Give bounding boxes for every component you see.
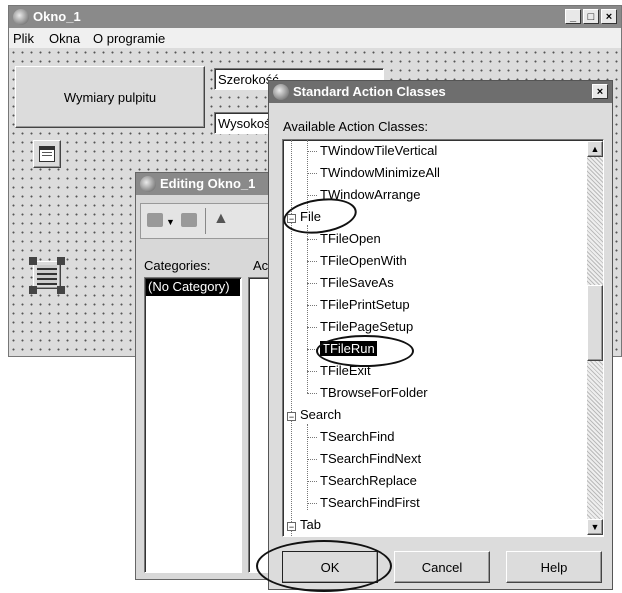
collapse-tab-icon[interactable]: − — [287, 522, 296, 532]
tree-category-search[interactable]: Search — [300, 407, 341, 422]
app-icon — [140, 176, 156, 192]
tree-item-tsearchreplace[interactable]: TSearchReplace — [320, 473, 417, 488]
minimize-button[interactable]: _ — [565, 9, 581, 24]
dialog-titlebar[interactable]: Standard Action Classes × — [269, 81, 612, 103]
chevron-down-icon[interactable]: ▼ — [166, 217, 175, 227]
app-icon — [13, 9, 29, 25]
dialog-title: Standard Action Classes — [293, 84, 446, 99]
tree-item-twindowtilevertical[interactable]: TWindowTileVertical — [320, 143, 437, 158]
toolbar-divider — [205, 208, 206, 234]
list-item[interactable]: (No Category) — [146, 279, 240, 296]
cancel-button[interactable]: Cancel — [394, 551, 490, 583]
menu-item-plik[interactable]: Plik — [13, 31, 34, 46]
selection-handle — [29, 257, 37, 265]
standard-action-classes-dialog: Standard Action Classes × Available Acti… — [268, 80, 613, 590]
new-standard-action-icon[interactable] — [181, 213, 197, 227]
scrollbar-thumb[interactable] — [587, 285, 603, 361]
tree-item-tsearchfindfirst[interactable]: TSearchFindFirst — [320, 495, 420, 510]
selection-handle — [29, 286, 37, 294]
selection-handle — [57, 257, 65, 265]
editing-window-title: Editing Okno_1 — [160, 176, 256, 191]
close-button[interactable]: × — [601, 9, 617, 24]
categories-label: Categories: — [144, 258, 211, 273]
editing-toolbar: ▼ ▲ — [140, 203, 270, 239]
scroll-down-arrow-icon[interactable]: ▼ — [587, 519, 603, 535]
tree-item-tfilepagesetup[interactable]: TFilePageSetup — [320, 319, 413, 334]
menu-bar: Plik Okna O programie — [9, 28, 621, 48]
collapse-search-icon[interactable]: − — [287, 412, 296, 422]
scroll-up-arrow-icon[interactable]: ▲ — [587, 141, 603, 157]
tree-item-tfileopenwith[interactable]: TFileOpenWith — [320, 253, 407, 268]
tree-item-twindowminimizeall[interactable]: TWindowMinimizeAll — [320, 165, 440, 180]
arrow-up-icon[interactable]: ▲ — [213, 210, 229, 228]
maximize-button[interactable]: □ — [583, 9, 599, 24]
new-action-icon[interactable] — [147, 213, 163, 227]
dialog-close-button[interactable]: × — [592, 84, 608, 99]
main-window-title: Okno_1 — [33, 9, 81, 24]
selection-handle — [57, 286, 65, 294]
tree-item-tfileopen[interactable]: TFileOpen — [320, 231, 381, 246]
help-button[interactable]: Help — [506, 551, 602, 583]
wymiary-pulpitu-button[interactable]: Wymiary pulpitu — [15, 66, 205, 128]
main-menu-component-icon[interactable] — [33, 140, 61, 168]
menu-item-o-programie[interactable]: O programie — [93, 31, 165, 46]
highlight-oval-tfilerun — [316, 335, 414, 367]
action-list-component-icon[interactable] — [33, 261, 61, 289]
categories-list[interactable]: (No Category) — [144, 277, 242, 573]
tree-item-tsearchfind[interactable]: TSearchFind — [320, 429, 394, 444]
app-icon — [273, 84, 289, 100]
highlight-oval-ok-button — [256, 540, 392, 592]
menu-item-okna[interactable]: Okna — [49, 31, 80, 46]
cancel-button-label: Cancel — [421, 560, 463, 575]
main-titlebar[interactable]: Okno_1 _ □ × — [9, 6, 621, 28]
available-action-classes-label: Available Action Classes: — [283, 119, 429, 134]
tree-item-tfilesaveas[interactable]: TFileSaveAs — [320, 275, 394, 290]
tree-item-tfileprintsetup[interactable]: TFilePrintSetup — [320, 297, 410, 312]
wymiary-pulpitu-label: Wymiary pulpitu — [63, 90, 157, 105]
tree-item-tbrowseforfolder[interactable]: TBrowseForFolder — [320, 385, 428, 400]
tree-item-tsearchfindnext[interactable]: TSearchFindNext — [320, 451, 421, 466]
help-button-label: Help — [540, 560, 568, 575]
tree-category-tab[interactable]: Tab — [300, 517, 321, 532]
